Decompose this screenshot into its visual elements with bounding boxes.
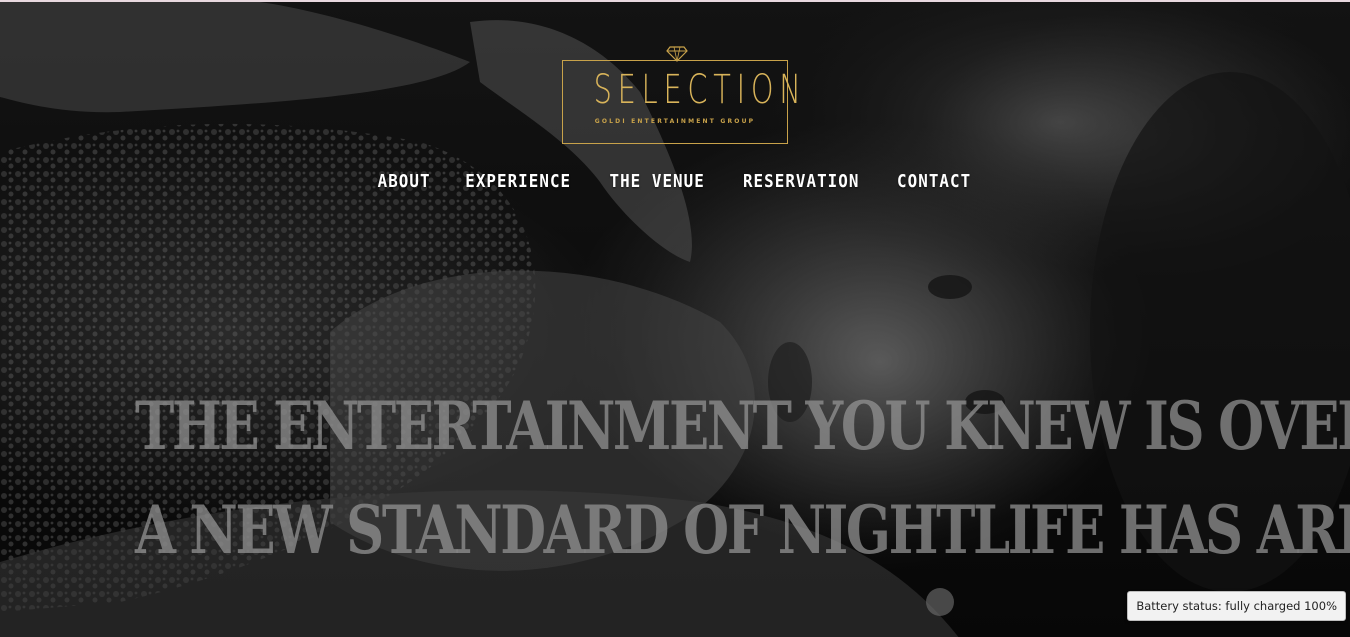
nav-item-reservation[interactable]: RESERVATION (743, 170, 860, 194)
nav-item-experience[interactable]: EXPERIENCE (466, 170, 572, 194)
battery-status-tooltip: Battery status: fully charged 100% (1127, 591, 1346, 621)
hero-headline-line-1: The entertainment you knew is over – (135, 387, 1350, 465)
logo-wordmark: SELECTION (593, 67, 807, 113)
nav-item-the-venue[interactable]: THE VENUE (609, 170, 704, 194)
main-nav: ABOUT EXPERIENCE THE VENUE RESERVATION C… (0, 170, 1350, 194)
site-logo[interactable]: SELECTION GOLDI ENTERTAINMENT GROUP (562, 46, 807, 148)
nav-item-about[interactable]: ABOUT (378, 170, 431, 194)
hero-section: SELECTION GOLDI ENTERTAINMENT GROUP ABOU… (0, 0, 1350, 637)
hero-headline: The entertainment you knew is over – A n… (0, 388, 1350, 568)
nav-item-contact[interactable]: CONTACT (897, 170, 971, 194)
hero-headline-line-2: A new standard of nightlife has arrived. (135, 491, 1350, 569)
logo-tagline: GOLDI ENTERTAINMENT GROUP (594, 118, 756, 125)
